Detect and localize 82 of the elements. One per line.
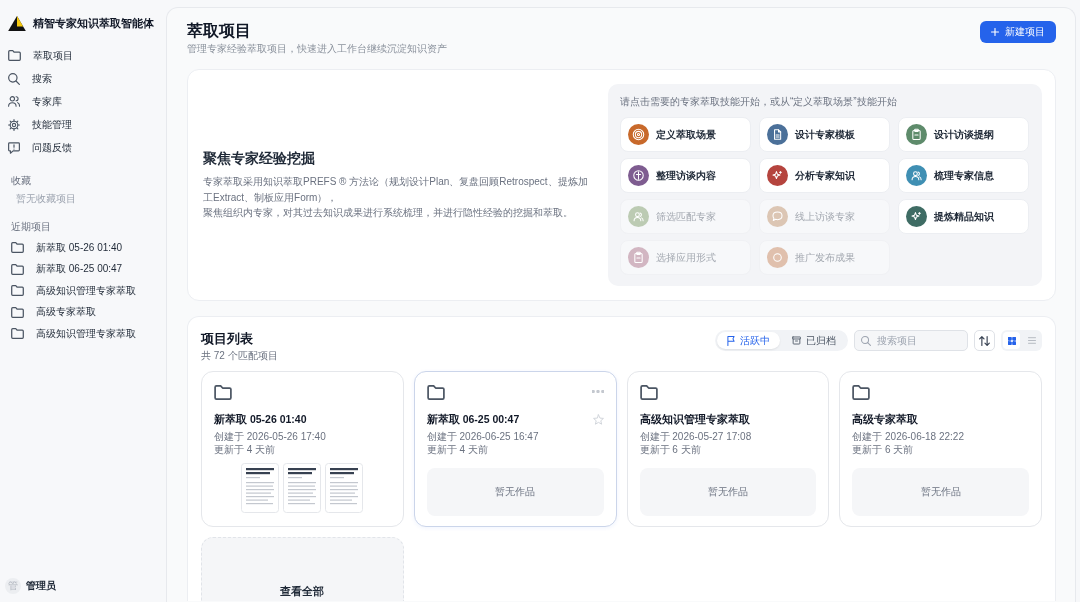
folder-icon: [639, 385, 658, 400]
folder-icon: [11, 242, 24, 254]
skills-hint: 请点击需要的专家萃取技能开始，或从“定义萃取场景”技能开始: [620, 95, 897, 109]
skill-button[interactable]: 设计访谈提纲: [898, 117, 1029, 152]
document-thumbnail[interactable]: [325, 463, 364, 513]
skill-button[interactable]: 整理访谈内容: [620, 158, 751, 193]
page-subtitle: 管理专家经验萃取项目，快速进入工作台继续沉淀知识资产: [187, 42, 447, 56]
nav-item[interactable]: 技能管理: [0, 113, 160, 136]
skill-button[interactable]: 定义萃取场景: [620, 117, 751, 152]
users-icon: [8, 96, 20, 107]
archive-icon: [792, 336, 801, 345]
folder-icon: [11, 328, 24, 340]
search-icon: [861, 335, 871, 346]
updated-time: 更新于 6 天前: [639, 443, 701, 456]
folder-icon: [852, 385, 871, 400]
sort-icon: [979, 335, 990, 346]
empty-state-text: 暂无收藏项目: [16, 193, 76, 205]
search-icon: [8, 72, 20, 85]
sort-button[interactable]: [974, 330, 995, 351]
folder-icon: [8, 50, 21, 61]
speech-bubble-icon: [8, 141, 20, 154]
search-field[interactable]: 搜索项目: [854, 330, 968, 351]
updated-time: 更新于 6 天前: [852, 443, 914, 456]
star-icon[interactable]: [592, 413, 604, 425]
empty-works-area: 暂无作品: [639, 468, 817, 516]
skill-button[interactable]: 梳理专家信息: [898, 158, 1029, 193]
hero-description: 聚焦组织内专家，对其过去知识成果进行系统梳理，并进行隐性经验的挖掘和萃取。: [203, 206, 573, 221]
logo-icon: [8, 15, 26, 31]
section-title: 项目列表: [201, 330, 253, 347]
grid-view-icon: [1007, 336, 1016, 345]
filter-tab[interactable]: 已归档: [782, 332, 846, 349]
hero-description: 专家萃取采用知识萃取PREFS ® 方法论（规划设计Plan、复盘回顾Retrospect、提炼加工Extract、制板应用Form），: [203, 175, 589, 205]
folder-icon: [426, 385, 445, 400]
flag-icon: [727, 335, 735, 346]
section-heading: 近期项目: [11, 221, 51, 233]
folder-icon: [11, 263, 24, 275]
folder-icon: [214, 385, 232, 400]
app-title: 精智专家知识萃取智能体: [33, 15, 154, 31]
grid-view-button[interactable]: [1003, 332, 1020, 349]
project-title: 高级专家萃取: [852, 412, 919, 426]
list-view-icon: [1027, 337, 1036, 344]
folder-icon: [11, 306, 24, 318]
skill-button[interactable]: 分析专家知识: [759, 158, 890, 193]
hero-title: 聚焦专家经验挖掘: [203, 149, 315, 168]
created-date: 创建于 2026-05-27 17:08: [639, 430, 752, 443]
document-thumbnail[interactable]: [283, 463, 322, 513]
project-title: 新萃取 06-25 00:47: [426, 412, 520, 426]
plus-icon: [991, 28, 999, 36]
created-date: 创建于 2026-06-18 22:22: [852, 430, 964, 443]
folder-icon: [11, 285, 24, 297]
empty-works-area: 暂无作品: [852, 468, 1029, 516]
new-project-button[interactable]: 新建项目: [980, 21, 1056, 43]
updated-time: 更新于 4 天前: [426, 443, 488, 456]
recent-project-item[interactable]: 新萃取 05-26 01:40: [0, 237, 160, 259]
project-title: 高级知识管理专家萃取: [639, 412, 750, 426]
project-card[interactable]: 新萃取 05-26 01:40 创建于 2026-05-26 17:40 更新于 4 天前: [201, 371, 404, 527]
created-date: 创建于 2026-06-25 16:47: [426, 430, 539, 443]
result-count: 共 72 个匹配项目: [201, 349, 278, 362]
project-card[interactable]: 高级知识管理专家萃取 创建于 2026-05-27 17:08 更新于 6 天前 暂无作品: [626, 371, 830, 527]
nav-item[interactable]: 专家库: [0, 90, 160, 113]
nav-item[interactable]: 问题反馈: [0, 136, 160, 159]
updated-time: 更新于 4 天前: [214, 443, 276, 456]
gear-icon: [8, 118, 20, 131]
recent-project-item[interactable]: 新萃取 06-25 00:47: [0, 258, 160, 280]
nav-item[interactable]: 搜索: [0, 67, 160, 90]
empty-works-area: 暂无作品: [426, 468, 604, 516]
user-name: 管理员: [26, 579, 56, 593]
project-card[interactable]: 高级专家萃取 创建于 2026-06-18 22:22 更新于 6 天前 暂无作品: [839, 371, 1042, 527]
recent-project-item[interactable]: 高级专家萃取: [0, 301, 160, 323]
recent-project-item[interactable]: 高级知识管理专家萃取: [0, 323, 160, 345]
filter-tab[interactable]: 活跃中: [717, 332, 780, 349]
skill-button[interactable]: 提炼精品知识: [898, 199, 1029, 234]
document-thumbnail[interactable]: [241, 463, 280, 513]
project-title: 新萃取 05-26 01:40: [214, 412, 307, 426]
project-card[interactable]: 新萃取 06-25 00:47 创建于 2026-06-25 16:47 更新于 4 天前 暂无作品: [413, 371, 617, 527]
recent-project-item[interactable]: 高级知识管理专家萃取: [0, 280, 160, 302]
section-heading: 收藏: [11, 175, 31, 187]
nav-item[interactable]: 萃取项目: [0, 44, 160, 67]
page-title: 萃取项目: [187, 21, 251, 41]
skill-button[interactable]: 设计专家模板: [759, 117, 890, 152]
created-date: 创建于 2026-05-26 17:40: [214, 430, 326, 443]
view-all-card[interactable]: 查看全部: [201, 537, 404, 601]
